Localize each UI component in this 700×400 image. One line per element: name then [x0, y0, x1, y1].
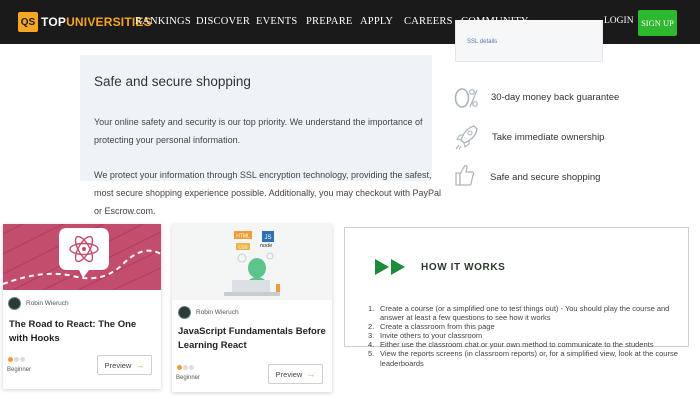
double-play-icon — [374, 258, 408, 281]
step-text: View the reports screens (in classroom r… — [380, 349, 678, 368]
benefit-secure: Safe and secure shopping — [490, 172, 601, 183]
how-it-works-title: HOW IT WORKS — [421, 262, 506, 273]
arrow-right-icon: → — [135, 360, 145, 370]
preview-button[interactable]: Preview → — [268, 364, 323, 384]
nav-item-events[interactable]: EVENTS — [256, 16, 297, 27]
course-author: Robin Wieruch — [26, 300, 69, 307]
safe-shopping-paragraph-1: Your online safety and security is our t… — [94, 117, 423, 145]
step-item: 2. Create a classroom from this page — [368, 322, 495, 332]
step-text: Create a classroom from this page — [380, 322, 495, 332]
js-badge: JS — [264, 235, 271, 241]
html-badge: HTML — [236, 234, 250, 240]
benefit-money-back: 30-day money back guarantee — [491, 92, 620, 103]
qs-topuniversities-logo[interactable]: QS TOPUNIVERSITIES — [18, 12, 152, 32]
logo-word-top: TOP — [41, 15, 67, 29]
percent-zero-icon — [453, 86, 479, 115]
preview-label: Preview — [104, 360, 132, 370]
nav-item-discover[interactable]: DISCOVER — [196, 16, 250, 27]
css-badge: CSS — [238, 245, 247, 250]
level-dot — [183, 365, 188, 370]
node-badge: node — [260, 243, 272, 249]
course-title[interactable]: JavaScript Fundamentals Before Learning … — [178, 325, 328, 353]
preview-label: Preview — [275, 369, 303, 379]
rocket-icon — [455, 124, 479, 155]
level-dot — [8, 357, 13, 362]
how-it-works-steps: 1. Create a course (or a simplified one t… — [368, 304, 693, 368]
safe-shopping-paragraph-2: We protect your information through SSL … — [94, 170, 442, 216]
nav-item-apply[interactable]: APPLY — [360, 16, 393, 27]
author-avatar — [178, 306, 191, 319]
level-dot — [20, 357, 25, 362]
react-logo-illustration — [2, 213, 162, 295]
preview-button[interactable]: Preview → — [97, 355, 152, 375]
level-indicator — [177, 365, 194, 370]
safe-shopping-title: Safe and secure shopping — [94, 74, 251, 89]
course-level: Beginner — [176, 375, 201, 381]
level-dot — [14, 357, 19, 362]
step-text: Invite others to your classroom — [380, 331, 483, 341]
ssl-details-link[interactable]: SSL details — [467, 39, 497, 45]
level-dot — [189, 365, 194, 370]
level-indicator — [8, 357, 25, 362]
step-item: 5. View the reports screens (in classroom… — [368, 349, 693, 367]
level-dot — [177, 365, 182, 370]
thumbs-up-icon — [455, 163, 475, 192]
course-title[interactable]: The Road to React: The One with Hooks — [9, 318, 157, 346]
author-avatar — [8, 297, 21, 310]
step-item: 3. Invite others to your classroom — [368, 331, 483, 341]
login-link[interactable]: LOGIN — [604, 16, 634, 26]
nav-item-careers[interactable]: CAREERS — [404, 16, 453, 27]
step-item: 4. Either use the classroom chat or your … — [368, 340, 654, 350]
arrow-right-icon: → — [306, 369, 316, 379]
course-author: Robin Wieruch — [196, 309, 239, 316]
qs-logo-mark: QS — [18, 12, 38, 32]
step-text: Create a course (or a simplified one to … — [380, 304, 670, 323]
developer-laptop-illustration: HTML JS node CSS — [172, 224, 332, 305]
benefit-ownership: Take immediate ownership — [492, 132, 605, 143]
nav-item-prepare[interactable]: PREPARE — [306, 16, 353, 27]
signup-button[interactable]: SIGN UP — [638, 10, 677, 36]
course-level: Beginner — [7, 367, 32, 373]
nav-item-rankings[interactable]: RANKINGS — [135, 16, 191, 27]
step-item: 1. Create a course (or a simplified one t… — [368, 304, 693, 322]
step-text: Either use the classroom chat or your ow… — [380, 340, 654, 350]
